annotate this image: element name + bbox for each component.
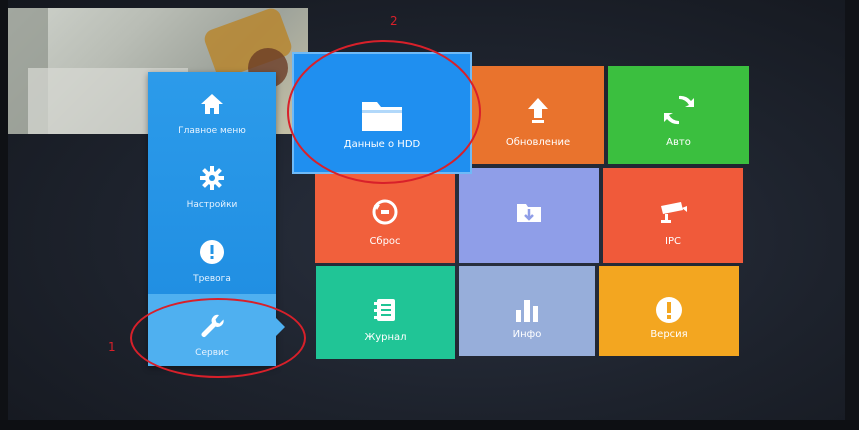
highlight-circle-service — [130, 298, 306, 378]
gear-icon — [200, 166, 224, 190]
tile-log[interactable]: Журнал — [316, 266, 455, 359]
refresh-icon — [663, 95, 694, 125]
tile-label: Авто — [666, 137, 691, 148]
sidebar-item-main-menu[interactable]: Главное меню — [148, 72, 276, 144]
camera-icon — [661, 202, 687, 223]
tile-label: Сброс — [369, 236, 401, 247]
tile-version[interactable]: Версия — [599, 266, 739, 356]
monitor-bezel-right — [845, 0, 859, 430]
info-icon — [656, 297, 682, 323]
tile-auto[interactable]: Авто — [608, 66, 749, 164]
chart-icon — [516, 300, 538, 322]
monitor-bezel-bottom — [0, 420, 859, 430]
tile-info[interactable]: Инфо — [459, 266, 595, 356]
sidebar-item-alarm[interactable]: Тревога — [148, 220, 276, 292]
tile-ipc[interactable]: IPC — [603, 168, 743, 263]
sidebar-item-settings[interactable]: Настройки — [148, 146, 276, 218]
upload-icon — [528, 98, 548, 123]
import-icon — [517, 204, 541, 222]
home-icon — [201, 94, 223, 114]
tile-label: Версия — [650, 329, 688, 340]
highlight-circle-hdd — [287, 40, 481, 184]
tile-label: Обновление — [505, 137, 571, 148]
tile-label: Журнал — [364, 332, 407, 343]
sidebar-item-label: Тревога — [193, 274, 231, 284]
monitor-bezel-left — [0, 0, 8, 430]
tile-import[interactable] — [459, 168, 599, 263]
tile-update[interactable]: Обновление — [472, 66, 604, 164]
tile-label: Инфо — [512, 329, 542, 340]
tile-label: IPC — [665, 236, 681, 247]
annotation-mark-1: 1 — [108, 340, 116, 354]
reset-icon — [372, 199, 398, 225]
sidebar-item-label: Главное меню — [178, 126, 246, 136]
alert-icon — [200, 240, 224, 264]
log-icon — [373, 299, 395, 321]
annotation-mark-2: 2 — [390, 14, 398, 28]
sidebar-item-label: Настройки — [186, 200, 238, 210]
